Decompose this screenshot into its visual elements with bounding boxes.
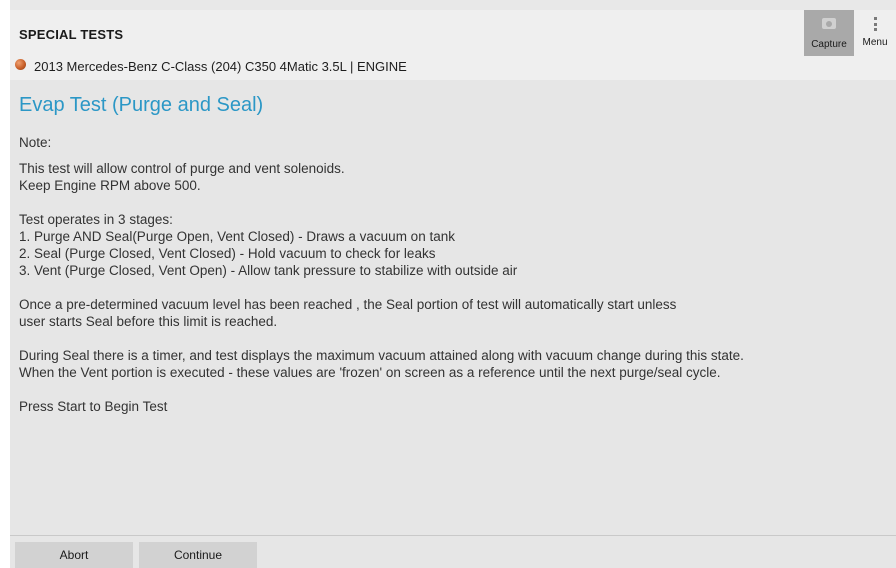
instruction-line: When the Vent portion is executed - thes…: [19, 365, 721, 380]
left-edge-strip: [0, 0, 10, 568]
continue-button[interactable]: Continue: [139, 542, 257, 568]
instructions-text: This test will allow control of purge an…: [19, 160, 889, 415]
instruction-line: Press Start to Begin Test: [19, 399, 168, 414]
vehicle-description: 2013 Mercedes-Benz C-Class (204) C350 4M…: [34, 59, 407, 74]
menu-label: Menu: [862, 37, 888, 48]
instruction-line: 1. Purge AND Seal(Purge Open, Vent Close…: [19, 229, 455, 244]
page-title: Evap Test (Purge and Seal): [19, 94, 264, 116]
header-title: SPECIAL TESTS: [19, 27, 124, 42]
instruction-line: Once a pre-determined vacuum level has b…: [19, 297, 677, 312]
instruction-line: 2. Seal (Purge Closed, Vent Closed) - Ho…: [19, 246, 436, 261]
menu-button[interactable]: Menu: [854, 10, 896, 56]
instruction-line: user starts Seal before this limit is re…: [19, 314, 278, 329]
note-label: Note:: [19, 135, 52, 150]
test-description-panel: Evap Test (Purge and Seal) Note: This te…: [10, 80, 896, 568]
instruction-line: This test will allow control of purge an…: [19, 161, 345, 176]
instruction-line: Test operates in 3 stages:: [19, 212, 173, 227]
vehicle-info: 2013 Mercedes-Benz C-Class (204) C350 4M…: [15, 58, 407, 74]
more-vertical-icon: [873, 17, 877, 31]
footer-divider: [10, 535, 896, 536]
abort-button[interactable]: Abort: [15, 542, 133, 568]
connection-status-icon: [15, 58, 26, 70]
instruction-line: During Seal there is a timer, and test d…: [19, 348, 744, 363]
header-bar: SPECIAL TESTS 2013 Mercedes-Benz C-Class…: [10, 10, 896, 80]
capture-label: Capture: [811, 39, 847, 50]
camera-icon: [822, 18, 836, 29]
instruction-line: Keep Engine RPM above 500.: [19, 178, 201, 193]
capture-button[interactable]: Capture: [804, 10, 854, 56]
instruction-line: 3. Vent (Purge Closed, Vent Open) - Allo…: [19, 263, 518, 278]
